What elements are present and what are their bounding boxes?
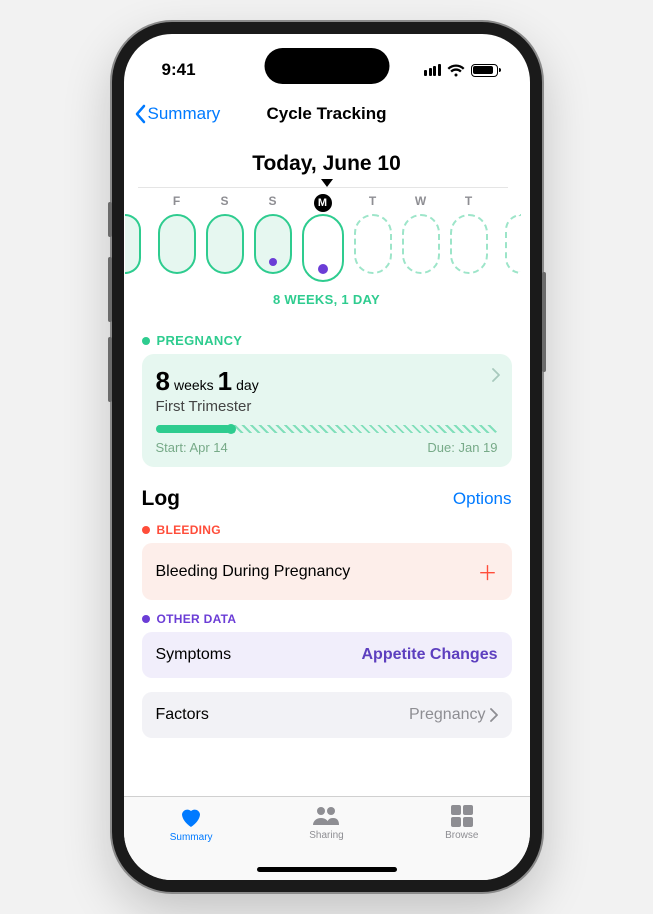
day-pill-edge	[125, 214, 141, 274]
log-dot-icon	[318, 264, 328, 274]
plus-icon: ＋	[478, 557, 498, 586]
date-header: Today, June 10	[142, 152, 512, 176]
screen: 9:41 Summary Cycle Tracking Today, June …	[124, 34, 530, 880]
chevron-right-icon	[492, 368, 500, 387]
battery-icon	[471, 64, 498, 77]
other-data-section-header: OTHER DATA	[142, 612, 512, 626]
symptoms-card[interactable]: Symptoms Appetite Changes	[142, 632, 512, 678]
grid-icon	[451, 805, 473, 827]
factors-value: Pregnancy	[409, 706, 486, 724]
trimester-label: First Trimester	[156, 398, 498, 415]
people-icon	[311, 805, 341, 827]
today-marker-icon	[142, 179, 512, 187]
log-dot-icon	[269, 258, 277, 266]
phone-frame: 9:41 Summary Cycle Tracking Today, June …	[112, 22, 542, 892]
day-pill-today	[302, 214, 344, 282]
day-pill-future	[354, 214, 392, 274]
weeks-number: 8	[156, 366, 170, 397]
factors-card[interactable]: Factors Pregnancy	[142, 692, 512, 738]
side-button-silent	[108, 202, 112, 237]
due-date-label: Due: Jan 19	[427, 440, 497, 455]
day-sat[interactable]: S	[206, 194, 244, 282]
bleeding-card-label: Bleeding During Pregnancy	[156, 563, 351, 581]
side-button-vol-up	[108, 257, 112, 322]
weeks-unit: weeks	[174, 377, 214, 393]
days-unit: day	[236, 377, 259, 393]
page-title: Cycle Tracking	[266, 104, 386, 124]
cellular-icon	[424, 64, 441, 76]
symptoms-value: Appetite Changes	[361, 646, 497, 664]
dot-icon	[142, 526, 150, 534]
day-pill	[254, 214, 292, 274]
pregnancy-section-header: PREGNANCY	[142, 333, 512, 348]
nav-bar: Summary Cycle Tracking	[124, 92, 530, 136]
week-timeline[interactable]: . F S S M	[138, 187, 508, 282]
day-sun[interactable]: S	[254, 194, 292, 282]
start-date-label: Start: Apr 14	[156, 440, 228, 455]
factors-label: Factors	[156, 706, 209, 724]
chevron-right-icon	[490, 708, 498, 722]
pregnancy-progress-bar	[156, 425, 498, 433]
bleeding-card[interactable]: Bleeding During Pregnancy ＋	[142, 543, 512, 600]
day-wed[interactable]: W	[402, 194, 440, 282]
back-label: Summary	[148, 104, 221, 124]
log-title: Log	[142, 487, 180, 511]
day-pill	[206, 214, 244, 274]
day-tue[interactable]: T	[354, 194, 392, 282]
bleeding-section-header: BLEEDING	[142, 523, 512, 537]
day-pill-future	[450, 214, 488, 274]
day-pill-edge	[505, 214, 521, 274]
day-pill-future	[402, 214, 440, 274]
wifi-icon	[447, 64, 465, 77]
gestation-label: 8 WEEKS, 1 DAY	[142, 292, 512, 307]
tab-browse[interactable]: Browse	[395, 805, 529, 880]
days-number: 1	[218, 366, 232, 397]
dot-icon	[142, 615, 150, 623]
dynamic-island	[264, 48, 389, 84]
options-button[interactable]: Options	[453, 489, 512, 509]
chevron-left-icon	[134, 104, 146, 124]
day-mon-today[interactable]: M	[302, 194, 344, 282]
day-pill	[158, 214, 196, 274]
tab-summary[interactable]: Summary	[124, 805, 258, 880]
side-button-power	[542, 272, 546, 372]
back-button[interactable]: Summary	[134, 104, 221, 124]
side-button-vol-down	[108, 337, 112, 402]
day-thu[interactable]: T	[450, 194, 488, 282]
content-area: Today, June 10 . F S S	[124, 136, 530, 796]
symptoms-label: Symptoms	[156, 646, 232, 664]
pregnancy-card[interactable]: 8 weeks 1 day First Trimester Start: Apr…	[142, 354, 512, 467]
home-indicator[interactable]	[257, 867, 397, 872]
heart-icon	[178, 805, 204, 829]
day-fri[interactable]: F	[158, 194, 196, 282]
status-time: 9:41	[162, 60, 196, 80]
dot-icon	[142, 337, 150, 345]
